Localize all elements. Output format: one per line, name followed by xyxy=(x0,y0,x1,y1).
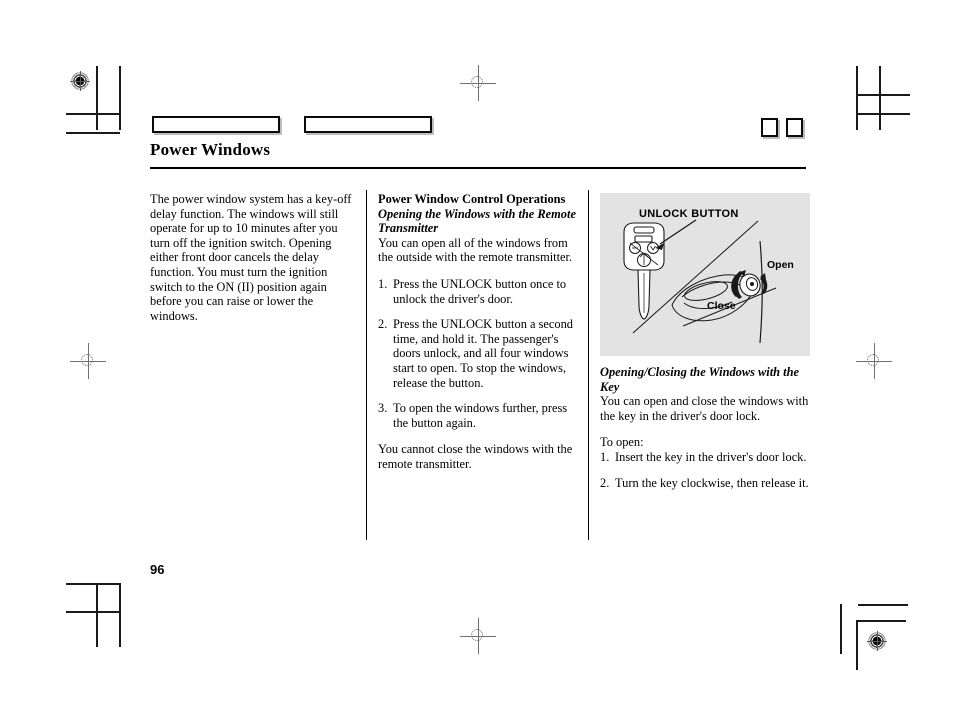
middle-column: Power Window Control Operations Opening … xyxy=(378,192,578,472)
left-column: The power window system has a key-off de… xyxy=(150,192,358,323)
column-divider-2 xyxy=(588,190,589,540)
list-item-number: 3. xyxy=(378,401,388,416)
list-item-number: 1. xyxy=(378,276,388,291)
right-column-intro: You can open and close the windows with … xyxy=(600,394,809,423)
middle-column-intro: You can open all of the windows from the… xyxy=(378,235,573,265)
list-item-number: 2. xyxy=(378,317,388,332)
right-column-subheading: Opening/Closing the Windows with the Key xyxy=(600,365,799,394)
crosshair-mark-bottom-center xyxy=(460,618,496,654)
list-item-number: 1. xyxy=(600,449,610,464)
header-corner-markers xyxy=(761,118,803,137)
manual-page: Power Windows The power window system ha… xyxy=(0,0,954,710)
illustration-callout-unlock-button: UNLOCK BUTTON xyxy=(639,208,739,220)
page-title: Power Windows xyxy=(150,140,271,159)
crop-mark-bottom-left-horizontal-outer xyxy=(66,611,120,613)
right-column: Opening/Closing the Windows with the Key… xyxy=(600,365,810,490)
list-item: 2. Press the UNLOCK button a second time… xyxy=(378,317,578,390)
crop-mark-top-right-horizontal xyxy=(856,113,910,115)
crop-mark-bottom-left-vertical-outer xyxy=(96,583,98,647)
corner-marker-1[interactable] xyxy=(761,118,778,137)
crosshair-mark-top-center xyxy=(460,65,496,101)
crop-mark-top-left-vertical xyxy=(119,66,121,130)
illustration-label-close: Close xyxy=(707,300,736,312)
crop-mark-bottom-left-vertical xyxy=(119,583,121,647)
crop-mark-top-left-horizontal xyxy=(66,113,120,115)
middle-column-closing: You cannot close the windows with the re… xyxy=(378,442,573,471)
crosshair-mark-right-center xyxy=(856,343,892,379)
list-item-text: To open the windows further, press the b… xyxy=(393,401,568,430)
crop-mark-top-right-vertical xyxy=(856,66,858,130)
illustration-label-open: Open xyxy=(767,259,794,271)
registration-target-bottom-right xyxy=(866,630,888,652)
crop-mark-top-right-vertical-outer xyxy=(879,66,881,130)
crop-mark-bottom-right-horizontal-outer xyxy=(858,604,908,606)
header-tab-bar xyxy=(152,116,432,134)
corner-marker-2[interactable] xyxy=(786,118,803,137)
crop-mark-top-left-horizontal-outer xyxy=(66,132,120,134)
column-divider-1 xyxy=(366,190,367,540)
crop-mark-top-left-vertical-outer xyxy=(96,66,98,130)
title-rule xyxy=(150,167,806,169)
crop-mark-top-right-horizontal-outer xyxy=(856,94,910,96)
remote-transmitter-steps: 1. Press the UNLOCK button once to unloc… xyxy=(378,277,578,430)
list-item: 3. To open the windows further, press th… xyxy=(378,401,578,430)
middle-column-subheading: Opening the Windows with the Remote Tran… xyxy=(378,206,576,236)
to-open-label: To open: xyxy=(600,435,644,450)
crop-mark-bottom-left-horizontal xyxy=(66,583,120,585)
header-tab-chip-2[interactable] xyxy=(304,116,432,133)
power-window-key-illustration: Open Close UNLOCK BUTTON xyxy=(600,193,810,356)
crop-mark-bottom-right-horizontal xyxy=(856,620,906,622)
list-item: 2. Turn the key clockwise, then release … xyxy=(600,476,810,491)
list-item-text: Press the UNLOCK button once to unlock t… xyxy=(393,276,567,306)
middle-column-heading: Power Window Control Operations xyxy=(378,192,566,206)
list-item-text: Insert the key in the driver's door lock… xyxy=(615,449,807,464)
list-item: 1. Press the UNLOCK button once to unloc… xyxy=(378,277,578,306)
crop-mark-bottom-right-vertical-outer xyxy=(840,604,842,654)
crop-mark-bottom-right-vertical xyxy=(856,620,858,670)
list-item-text: Press the UNLOCK button a second time, a… xyxy=(393,317,573,390)
list-item-text: Turn the key clockwise, then release it. xyxy=(615,475,809,490)
registration-target-top-left xyxy=(69,70,91,92)
header-tab-chip-1[interactable] xyxy=(152,116,280,133)
page-number: 96 xyxy=(150,562,165,577)
crosshair-mark-left-center xyxy=(70,343,106,379)
list-item-number: 2. xyxy=(600,475,610,490)
list-item: 1. Insert the key in the driver's door l… xyxy=(600,450,810,465)
left-column-body: The power window system has a key-off de… xyxy=(150,192,352,323)
key-operation-steps: 1. Insert the key in the driver's door l… xyxy=(600,450,810,490)
